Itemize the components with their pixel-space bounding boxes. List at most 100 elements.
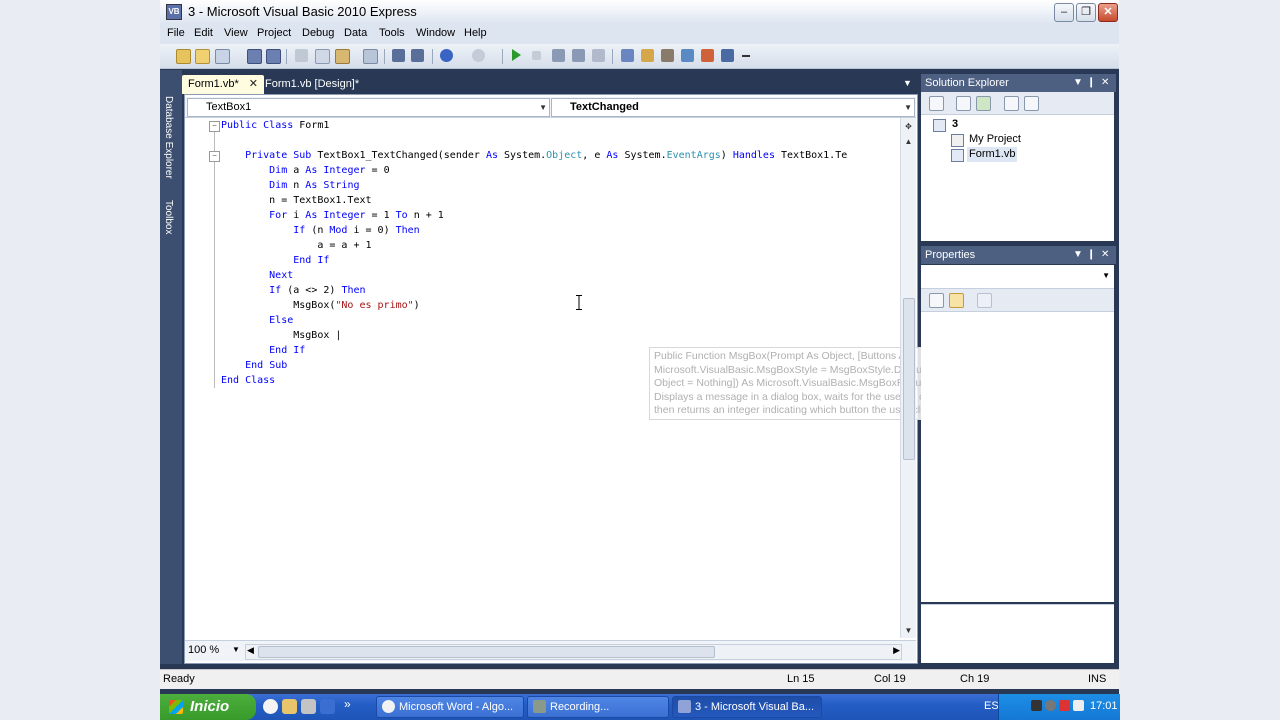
- refresh-icon[interactable]: [976, 96, 991, 111]
- new-project-icon[interactable]: [176, 49, 191, 64]
- open-file-icon[interactable]: [195, 49, 210, 64]
- collapse-class-icon[interactable]: −: [209, 121, 220, 132]
- uncomment-icon[interactable]: [411, 49, 424, 62]
- event-combobox[interactable]: TextChanged ▼: [551, 98, 915, 117]
- redo-icon[interactable]: [472, 49, 485, 62]
- show-all-files-icon[interactable]: [956, 96, 971, 111]
- horizontal-scrollbar[interactable]: ◀ ▶: [245, 644, 902, 660]
- scroll-up-icon[interactable]: ▲: [902, 135, 915, 148]
- object-browser-icon[interactable]: [681, 49, 694, 62]
- menu-window[interactable]: Window: [416, 27, 455, 39]
- task-label: Microsoft Word - Algo...: [399, 701, 514, 713]
- properties-icon[interactable]: [641, 49, 654, 62]
- pin-icon[interactable]: ❙: [1087, 246, 1095, 264]
- menu-tools[interactable]: Tools: [379, 27, 405, 39]
- tree-item-form1[interactable]: Form1.vb: [951, 147, 1051, 162]
- toolbar-options-icon[interactable]: [742, 49, 750, 57]
- menu-help[interactable]: Help: [464, 27, 487, 39]
- menu-view[interactable]: View: [224, 27, 248, 39]
- vb-app-icon[interactable]: VB: [166, 4, 182, 20]
- menu-edit[interactable]: Edit: [194, 27, 213, 39]
- menu-debug[interactable]: Debug: [302, 27, 334, 39]
- properties-object-selector[interactable]: ▼: [921, 265, 1114, 289]
- code-token: Then: [341, 285, 366, 296]
- object-combobox[interactable]: TextBox1 ▼: [187, 98, 550, 117]
- copy-icon[interactable]: [315, 49, 330, 64]
- start-debugging-icon[interactable]: [512, 49, 521, 61]
- tray-security-icon[interactable]: [1045, 700, 1056, 711]
- split-handle-icon[interactable]: ✥: [902, 120, 915, 133]
- vertical-scrollbar[interactable]: ✥ ▲ ▼: [900, 118, 916, 638]
- collapse-sub-icon[interactable]: −: [209, 151, 220, 162]
- taskbar-button-recording[interactable]: Recording...: [527, 696, 669, 718]
- cut-icon[interactable]: [295, 49, 308, 62]
- menu-project[interactable]: Project: [257, 27, 291, 39]
- scrollbar-thumb[interactable]: [903, 298, 915, 460]
- tray-network-icon[interactable]: [1059, 700, 1070, 711]
- step-into-icon[interactable]: [552, 49, 565, 62]
- code-token: (n: [305, 225, 330, 236]
- code-token: Handles: [732, 150, 775, 161]
- dropdown-icon[interactable]: ▼: [1073, 246, 1083, 264]
- scroll-left-icon[interactable]: ◀: [247, 645, 254, 656]
- paste-icon[interactable]: [335, 49, 350, 64]
- scroll-down-icon[interactable]: ▼: [902, 624, 915, 637]
- find-icon[interactable]: [363, 49, 378, 64]
- tree-item-my-project[interactable]: My Project: [951, 132, 1051, 147]
- tray-volume-icon[interactable]: [1073, 700, 1084, 711]
- close-icon[interactable]: ✕: [1101, 74, 1109, 92]
- properties-button-icon[interactable]: [929, 96, 944, 111]
- app-quicklaunch-icon[interactable]: [301, 699, 316, 714]
- view-designer-icon[interactable]: [1024, 96, 1039, 111]
- dropdown-icon[interactable]: ▼: [1073, 74, 1083, 92]
- tab-form1-design[interactable]: Form1.vb [Design]*: [259, 75, 365, 94]
- properties-header[interactable]: Properties ▼ ❙ ✕: [921, 246, 1116, 264]
- maximize-button[interactable]: ❐: [1076, 3, 1096, 22]
- toolbox-icon[interactable]: [661, 49, 674, 62]
- chevron-down-icon[interactable]: ▼: [1102, 271, 1110, 280]
- more-quicklaunch-icon[interactable]: »: [344, 697, 351, 711]
- taskbar-button-visual-basic[interactable]: 3 - Microsoft Visual Ba...: [672, 696, 822, 718]
- close-button[interactable]: ✕: [1098, 3, 1118, 22]
- step-over-icon[interactable]: [572, 49, 585, 62]
- solution-explorer-icon[interactable]: [621, 49, 634, 62]
- tab-list-dropdown-icon[interactable]: ▼: [903, 78, 912, 88]
- undo-icon[interactable]: [440, 49, 453, 62]
- toolbox-tab[interactable]: Toolbox: [163, 200, 174, 234]
- menu-data[interactable]: Data: [344, 27, 367, 39]
- taskbar-button-word[interactable]: Microsoft Word - Algo...: [376, 696, 524, 718]
- chrome-icon[interactable]: [263, 699, 278, 714]
- start-page-icon[interactable]: [721, 49, 734, 62]
- save-all-icon[interactable]: [266, 49, 281, 64]
- code-token: i: [287, 210, 306, 221]
- menu-file[interactable]: File: [167, 27, 185, 39]
- property-pages-icon[interactable]: [977, 293, 992, 308]
- explorer-icon[interactable]: [282, 699, 297, 714]
- start-button[interactable]: Inicio: [160, 694, 256, 720]
- zoom-level[interactable]: 100 %: [188, 644, 219, 656]
- zoom-dropdown-icon[interactable]: ▼: [232, 645, 240, 654]
- add-item-icon[interactable]: [215, 49, 230, 64]
- error-list-icon[interactable]: [701, 49, 714, 62]
- clock[interactable]: 17:01: [1090, 700, 1118, 712]
- save-icon[interactable]: [247, 49, 262, 64]
- categorized-icon[interactable]: [929, 293, 944, 308]
- language-indicator[interactable]: ES: [984, 700, 999, 712]
- tab-form1-vb[interactable]: Form1.vb* ✕: [182, 75, 264, 94]
- stop-debugging-icon[interactable]: [532, 51, 541, 60]
- step-out-icon[interactable]: [592, 49, 605, 62]
- alphabetical-icon[interactable]: [949, 293, 964, 308]
- minimize-button[interactable]: –: [1054, 3, 1074, 22]
- tree-item-solution[interactable]: 3: [933, 117, 993, 132]
- tray-app-icon[interactable]: [1031, 700, 1042, 711]
- close-icon[interactable]: ✕: [1101, 246, 1109, 264]
- scrollbar-thumb[interactable]: [258, 646, 715, 658]
- scroll-right-icon[interactable]: ▶: [893, 645, 900, 656]
- tool-quicklaunch-icon[interactable]: [320, 699, 335, 714]
- pin-icon[interactable]: ❙: [1087, 74, 1095, 92]
- database-explorer-tab[interactable]: Database Explorer: [163, 96, 174, 179]
- view-code-icon[interactable]: [1004, 96, 1019, 111]
- close-tab-icon[interactable]: ✕: [249, 78, 258, 90]
- solution-explorer-header[interactable]: Solution Explorer ▼ ❙ ✕: [921, 74, 1116, 92]
- comment-icon[interactable]: [392, 49, 405, 62]
